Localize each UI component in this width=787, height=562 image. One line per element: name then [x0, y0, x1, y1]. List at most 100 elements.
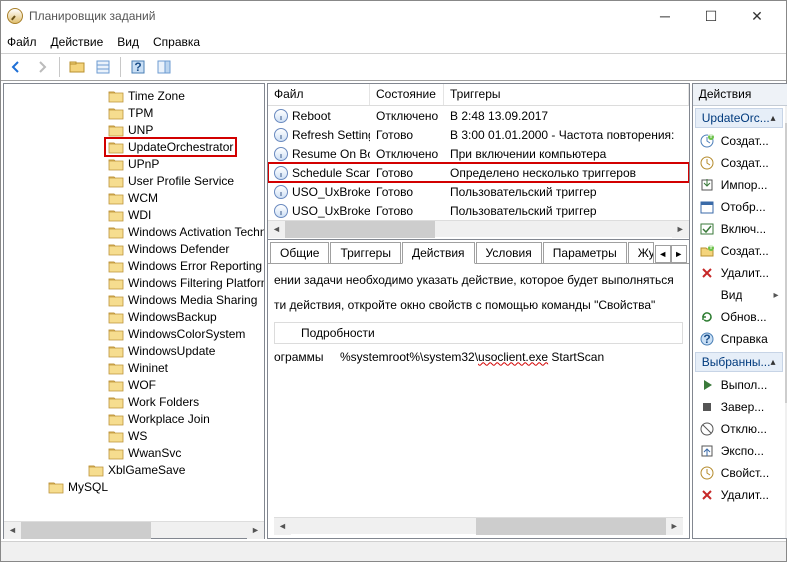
- refresh-icon: [699, 309, 715, 325]
- tree-item[interactable]: User Profile Service: [4, 172, 264, 189]
- folder-icon: [108, 208, 124, 222]
- tree-item[interactable]: UPnP: [4, 155, 264, 172]
- tab-log[interactable]: Журнал: [628, 242, 654, 263]
- toolbar-folder-button[interactable]: [66, 56, 88, 78]
- task-row[interactable]: USO_UxBrokerГотовоПользовательский тригг…: [268, 201, 689, 220]
- action-item[interactable]: +Создат...: [695, 240, 783, 262]
- task-trigger: В 2:48 13.09.2017: [444, 109, 689, 123]
- action-item[interactable]: Включ...: [695, 218, 783, 240]
- tab-triggers[interactable]: Триггеры: [330, 242, 401, 263]
- tree-item-label: Windows Filtering Platform: [128, 276, 264, 290]
- tree-item[interactable]: Workplace Join: [4, 410, 264, 427]
- detail-hscroll[interactable]: ◄ ►: [274, 517, 683, 534]
- tree-scroll[interactable]: Time ZoneTPM UNPUpdateOrchestratorUPnPUse…: [4, 84, 264, 521]
- tree-item[interactable]: WindowsColorSystem: [4, 325, 264, 342]
- tree-item[interactable]: Windows Activation Technologies: [4, 223, 264, 240]
- action-label: Создат...: [721, 156, 769, 170]
- window-title: Планировщик заданий: [29, 9, 642, 23]
- view-icon: [699, 287, 715, 303]
- task-row[interactable]: RebootОтключеноВ 2:48 13.09.2017: [268, 106, 689, 125]
- action-item[interactable]: Удалит...: [695, 262, 783, 284]
- tree-item[interactable]: WwanSvc: [4, 444, 264, 461]
- action-label: Выпол...: [721, 378, 768, 392]
- col-state[interactable]: Состояние: [370, 84, 444, 105]
- action-group-header[interactable]: UpdateOrc...▴: [695, 108, 783, 128]
- actions-title: Действия: [693, 84, 787, 106]
- tree-item[interactable]: Work Folders: [4, 393, 264, 410]
- action-label: Удалит...: [721, 488, 769, 502]
- task-row[interactable]: Refresh SettingsГотовоВ 3:00 01.01.2000 …: [268, 125, 689, 144]
- export-icon: [699, 443, 715, 459]
- toolbar-list-button[interactable]: [92, 56, 114, 78]
- task-trigger: Определено несколько триггеров: [444, 166, 689, 180]
- action-item[interactable]: Экспо...: [695, 440, 783, 462]
- menu-file[interactable]: Файл: [7, 35, 37, 49]
- folder-icon: [48, 480, 64, 494]
- tab-scroll-left[interactable]: ◄: [655, 245, 671, 263]
- task-row[interactable]: Resume On BootОтключеноПри включении ком…: [268, 144, 689, 163]
- tree-item[interactable]: Wininet: [4, 359, 264, 376]
- task-row[interactable]: USO_UxBrokerГотовоПользовательский тригг…: [268, 182, 689, 201]
- scroll-left-button[interactable]: ◄: [4, 522, 21, 539]
- clock-new-icon: +: [699, 133, 715, 149]
- folder-icon: [108, 446, 124, 460]
- menu-help[interactable]: Справка: [153, 35, 200, 49]
- action-item[interactable]: Вид▸: [695, 284, 783, 306]
- menu-action[interactable]: Действие: [51, 35, 104, 49]
- folder-icon: [108, 191, 124, 205]
- toolbar-panel-button[interactable]: [153, 56, 175, 78]
- tree-item[interactable]: WCM: [4, 189, 264, 206]
- tree-item[interactable]: Windows Defender: [4, 240, 264, 257]
- tree-hscroll[interactable]: ◄ ►: [4, 521, 264, 538]
- tab-conditions[interactable]: Условия: [476, 242, 542, 263]
- tasks-hscroll[interactable]: ◄ ►: [268, 220, 689, 237]
- task-trigger: В 3:00 01.01.2000 - Частота повторения:: [444, 128, 689, 142]
- tree-item[interactable]: Time Zone: [4, 87, 264, 104]
- action-item[interactable]: ?Справка: [695, 328, 783, 350]
- action-item[interactable]: Свойст...: [695, 462, 783, 484]
- tree-item[interactable]: WS: [4, 427, 264, 444]
- detail-col-header[interactable]: Подробности: [274, 322, 683, 344]
- tab-general[interactable]: Общие: [270, 242, 329, 263]
- action-group-header[interactable]: Выбранны...▴: [695, 352, 783, 372]
- tree-item[interactable]: Windows Error Reporting: [4, 257, 264, 274]
- action-label: Завер...: [721, 400, 765, 414]
- tab-actions[interactable]: Действия: [402, 242, 475, 264]
- tree-item[interactable]: WDI: [4, 206, 264, 223]
- action-item[interactable]: Создат...: [695, 152, 783, 174]
- action-item[interactable]: Отобр...: [695, 196, 783, 218]
- action-item[interactable]: Отклю...: [695, 418, 783, 440]
- action-item[interactable]: Завер...: [695, 396, 783, 418]
- back-button[interactable]: [5, 56, 27, 78]
- tree-item[interactable]: TPM: [4, 104, 264, 121]
- menu-view[interactable]: Вид: [117, 35, 139, 49]
- minimize-button[interactable]: ─: [642, 1, 688, 31]
- tab-scroll-right[interactable]: ►: [671, 245, 687, 263]
- tab-params[interactable]: Параметры: [543, 242, 627, 263]
- action-item[interactable]: Импор...: [695, 174, 783, 196]
- action-item[interactable]: Удалит...: [695, 484, 783, 506]
- action-item[interactable]: Выпол...: [695, 374, 783, 396]
- tree-item[interactable]: Windows Filtering Platform: [4, 274, 264, 291]
- folder-icon: [108, 344, 124, 358]
- detail-row[interactable]: ограммы %systemroot%\system32\usoclient.…: [274, 344, 683, 370]
- tree-item[interactable]: UNP: [4, 121, 264, 138]
- action-item[interactable]: Обнов...: [695, 306, 783, 328]
- forward-button[interactable]: [31, 56, 53, 78]
- col-file[interactable]: Файл: [268, 84, 370, 105]
- task-row[interactable]: Schedule ScanГотовоОпределено несколько …: [268, 163, 689, 182]
- tree-item[interactable]: WOF: [4, 376, 264, 393]
- action-item[interactable]: +Создат...: [695, 130, 783, 152]
- tree-item-label: UNP: [128, 123, 153, 137]
- tree-item[interactable]: Windows Media Sharing: [4, 291, 264, 308]
- col-triggers[interactable]: Триггеры: [444, 84, 689, 105]
- tree-item[interactable]: WindowsUpdate: [4, 342, 264, 359]
- close-button[interactable]: ✕: [734, 1, 780, 31]
- toolbar-help-button[interactable]: ?: [127, 56, 149, 78]
- tree-item[interactable]: WindowsBackup: [4, 308, 264, 325]
- tree-item[interactable]: UpdateOrchestrator: [4, 138, 264, 155]
- scroll-right-button[interactable]: ►: [247, 522, 264, 539]
- tree-item[interactable]: MySQL: [4, 478, 264, 495]
- maximize-button[interactable]: ☐: [688, 1, 734, 31]
- tree-item[interactable]: XblGameSave: [4, 461, 264, 478]
